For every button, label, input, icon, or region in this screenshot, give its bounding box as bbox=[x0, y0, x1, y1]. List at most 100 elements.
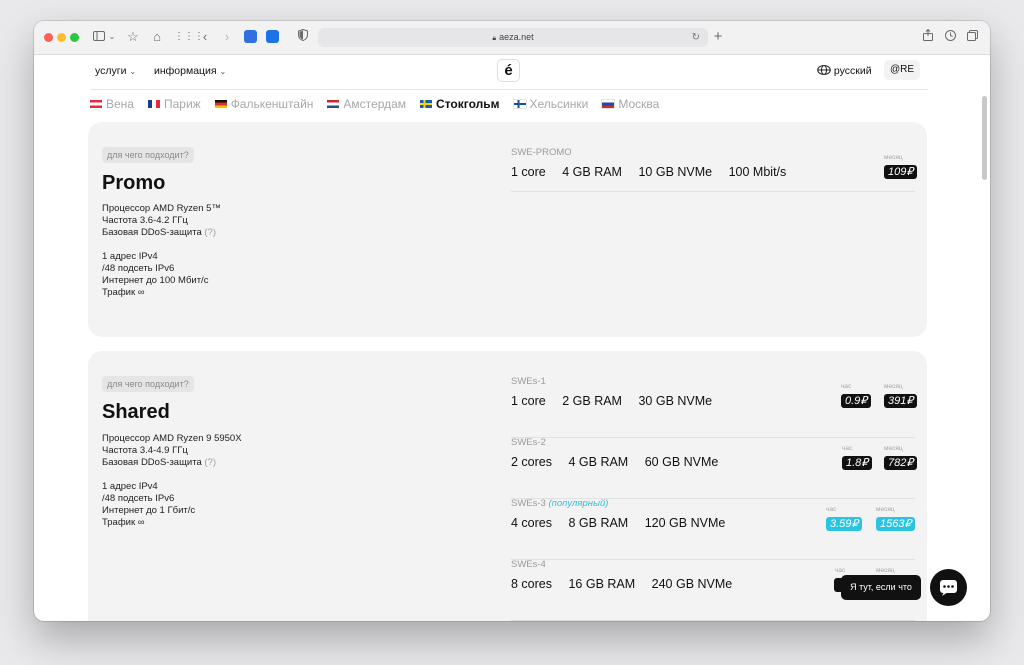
zoom-window-button[interactable] bbox=[70, 33, 79, 42]
account-button[interactable]: @RE bbox=[884, 60, 920, 80]
extension-icon[interactable] bbox=[244, 30, 257, 43]
tab-paris-label: Париж bbox=[163, 97, 201, 111]
password-manager-icon[interactable] bbox=[266, 30, 279, 43]
tab-falkenstein[interactable]: Фалькенштайн bbox=[214, 96, 314, 112]
forward-arrow-icon[interactable]: › bbox=[222, 29, 232, 45]
reload-icon[interactable]: ↻ bbox=[692, 28, 700, 47]
browser-toolbar: ⌄ ☆ ⌂ ⋮⋮⋮ ‹ › 🔒︎ aeza.net ↻ + bbox=[34, 21, 990, 55]
plan-ram: 4 GB RAM bbox=[568, 455, 629, 469]
tabs-overview-icon[interactable] bbox=[966, 29, 978, 45]
month-label: месяц bbox=[876, 506, 895, 513]
shared-card: для чего подходит? Shared Процессор AMD … bbox=[88, 351, 927, 621]
promo-network: 1 адрес IPv4 /48 подсеть IPv6 Интернет д… bbox=[102, 251, 208, 299]
use-case-pill[interactable]: для чего подходит? bbox=[102, 147, 194, 163]
page-scrollbar[interactable] bbox=[982, 96, 987, 180]
tab-stockholm-label: Стокгольм bbox=[436, 97, 500, 111]
germany-flag-icon bbox=[214, 100, 227, 108]
plan-row-popular[interactable]: SWEs-3 (популярный) 4 cores 8 GB RAM 120… bbox=[511, 498, 916, 560]
month-price[interactable]: 109₽ bbox=[884, 165, 918, 179]
tab-moscow-label: Москва bbox=[618, 97, 660, 111]
spec-ddos-label: Базовая DDoS-защита bbox=[102, 457, 202, 468]
back-arrow-icon[interactable]: ‹ bbox=[200, 29, 210, 45]
month-price[interactable]: 1563₽ bbox=[876, 517, 916, 531]
month-price[interactable]: 391₽ bbox=[884, 394, 918, 408]
use-case-pill[interactable]: для чего подходит? bbox=[102, 376, 194, 392]
tab-moscow[interactable]: Москва bbox=[602, 96, 659, 112]
globe-icon bbox=[817, 65, 834, 77]
promo-card: для чего подходит? Promo Процессор AMD R… bbox=[88, 122, 927, 337]
sweden-flag-icon bbox=[420, 100, 433, 108]
chat-button[interactable] bbox=[930, 569, 967, 606]
info-menu[interactable]: информация ⌄ bbox=[154, 64, 226, 79]
finland-flag-icon bbox=[513, 100, 526, 108]
tab-stockholm[interactable]: Стокгольм bbox=[420, 96, 500, 112]
tab-vienna[interactable]: Вена bbox=[90, 96, 134, 112]
shield-icon[interactable] bbox=[297, 28, 309, 45]
hour-label: час bbox=[842, 445, 853, 452]
plan-row[interactable]: SWEs-2 2 cores 4 GB RAM 60 GB NVMe час 1… bbox=[511, 437, 918, 499]
new-tab-plus-icon[interactable]: + bbox=[712, 29, 724, 45]
hour-price[interactable]: 3.59₽ bbox=[826, 517, 863, 531]
shared-network: 1 адрес IPv4 /48 подсеть IPv6 Интернет д… bbox=[102, 481, 195, 529]
netherlands-flag-icon bbox=[327, 100, 340, 108]
tab-amsterdam[interactable]: Амстердам bbox=[327, 96, 406, 112]
chat-bubble-icon bbox=[940, 580, 957, 596]
sidebar-icon[interactable] bbox=[92, 29, 106, 45]
plan-row[interactable]: SWEs-1 1 core 2 GB RAM 30 GB NVMe час 0.… bbox=[511, 376, 918, 438]
spec-ddos: Базовая DDoS-защита (?) bbox=[102, 227, 221, 239]
month-label: месяц bbox=[884, 154, 903, 161]
net-ipv4: 1 адрес IPv4 bbox=[102, 251, 158, 262]
bookmark-star-icon[interactable]: ☆ bbox=[126, 29, 140, 45]
plan-row-specs: 4 cores 8 GB RAM 120 GB NVMe bbox=[511, 516, 738, 530]
chevron-down-icon: ⌄ bbox=[129, 67, 137, 76]
popular-badge: (популярный) bbox=[548, 498, 609, 509]
plan-row-name: SWEs-2 bbox=[511, 437, 546, 448]
address-bar[interactable]: 🔒︎ aeza.net ↻ bbox=[318, 28, 708, 47]
net-traffic: Трафик ∞ bbox=[102, 287, 145, 298]
plan-ram: 4 GB RAM bbox=[562, 165, 622, 179]
tab-falkenstein-label: Фалькенштайн bbox=[230, 97, 314, 111]
spec-ddos: Базовая DDoS-защита (?) bbox=[102, 457, 242, 469]
lock-icon: 🔒︎ bbox=[492, 35, 497, 42]
tab-vienna-label: Вена bbox=[106, 97, 134, 111]
close-window-button[interactable] bbox=[44, 33, 53, 42]
month-price[interactable]: 782₽ bbox=[884, 456, 918, 470]
plan-row-name: SWEs-1 bbox=[511, 376, 546, 387]
ddos-help-link[interactable]: (?) bbox=[204, 457, 216, 468]
plan-cpu: 4 cores bbox=[511, 516, 552, 530]
minimize-window-button[interactable] bbox=[57, 33, 66, 42]
net-ipv4: 1 адрес IPv4 bbox=[102, 481, 158, 492]
plan-row-name: SWEs-4 bbox=[511, 559, 546, 570]
share-icon[interactable] bbox=[922, 28, 934, 45]
services-menu-label: услуги bbox=[95, 65, 127, 77]
language-label: русский bbox=[833, 65, 872, 77]
language-switcher[interactable]: русский bbox=[817, 64, 872, 78]
hour-price[interactable]: 0.9₽ bbox=[841, 394, 872, 408]
plan-port: 100 Mbit/s bbox=[728, 165, 787, 179]
net-ipv6: /48 подсеть IPv6 bbox=[102, 263, 175, 274]
plan-title: Shared bbox=[102, 401, 170, 423]
tab-helsinki[interactable]: Хельсинки bbox=[513, 96, 588, 112]
spec-ddos-label: Базовая DDoS-защита bbox=[102, 227, 202, 238]
tab-paris[interactable]: Париж bbox=[147, 96, 201, 112]
net-speed: Интернет до 1 Гбит/с bbox=[102, 505, 196, 516]
spec-cpu: Процессор AMD Ryzen 5™ bbox=[102, 203, 221, 214]
plan-row-specs: 2 cores 4 GB RAM 60 GB NVMe bbox=[511, 455, 731, 469]
grid-icon[interactable]: ⋮⋮⋮ bbox=[174, 29, 204, 45]
plan-row-specs: 8 cores 16 GB RAM 240 GB NVMe bbox=[511, 577, 745, 591]
chevron-down-icon[interactable]: ⌄ bbox=[108, 29, 116, 45]
plan-row[interactable]: SWE-PROMO 1 core 4 GB RAM 10 GB NVMe 100… bbox=[511, 147, 918, 192]
services-menu[interactable]: услуги ⌄ bbox=[95, 64, 136, 79]
net-speed: Интернет до 100 Мбит/с bbox=[102, 275, 209, 286]
shared-specs: Процессор AMD Ryzen 9 5950X Частота 3.4-… bbox=[102, 433, 242, 469]
hour-label: час bbox=[826, 506, 837, 513]
site-logo[interactable]: é bbox=[497, 59, 520, 82]
home-icon[interactable]: ⌂ bbox=[150, 29, 164, 45]
plan-row-name: SWE-PROMO bbox=[511, 147, 572, 158]
info-menu-label: информация bbox=[154, 65, 217, 77]
plan-ram: 8 GB RAM bbox=[568, 516, 629, 530]
history-clock-icon[interactable] bbox=[944, 29, 956, 45]
spec-frequency: Частота 3.4-4.9 ГГц bbox=[102, 445, 188, 456]
ddos-help-link[interactable]: (?) bbox=[204, 227, 216, 238]
hour-price[interactable]: 1.8₽ bbox=[842, 456, 873, 470]
